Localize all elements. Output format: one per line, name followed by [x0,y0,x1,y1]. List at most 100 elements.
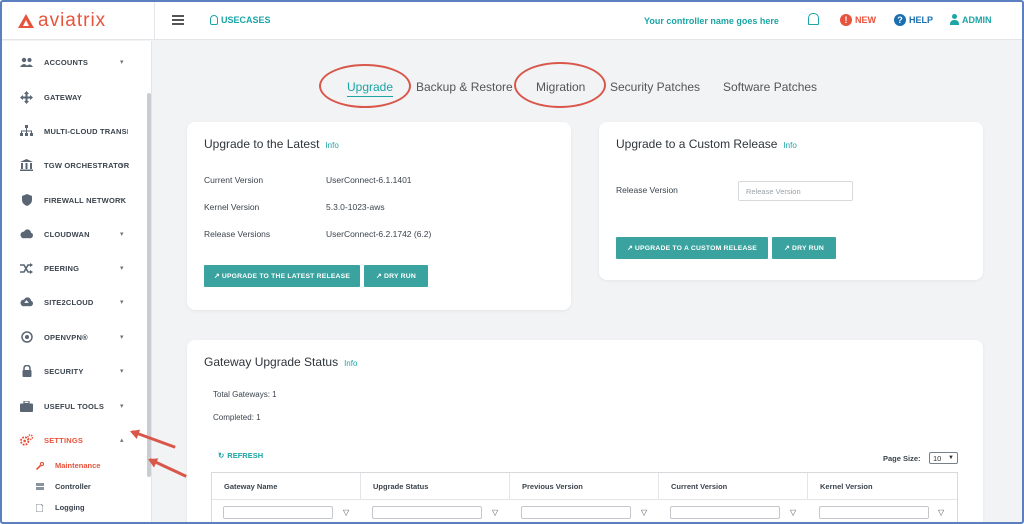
tab-backup-restore[interactable]: Backup & Restore [416,80,513,94]
sidebar-item-useful-tools[interactable]: USEFUL TOOLS ▾ [2,396,148,416]
aviatrix-logo[interactable]: aviatrix [18,10,106,32]
file-icon [35,503,44,513]
sidebar-item-accounts[interactable]: ACCOUNTS ▾ [2,52,148,72]
refresh-button[interactable]: ↻ REFRESH [218,451,263,460]
refresh-label: REFRESH [227,451,264,460]
sidebar-item-label: GATEWAY [44,92,83,102]
filter-input-kernel-version[interactable] [819,506,929,519]
sidebar-item-openvpn[interactable]: OPENVPN® ▾ [2,327,148,347]
sidebar-item-settings[interactable]: SETTINGS ▴ [2,430,148,450]
filter-input-previous-version[interactable] [521,506,631,519]
page-size-label: Page Size: [883,454,921,463]
release-version-input[interactable]: Release Version [738,181,853,201]
sidebar-item-peering[interactable]: PEERING ▾ [2,258,148,278]
chevron-down-icon: ▾ [120,334,124,341]
bell-icon[interactable] [808,13,819,25]
column-header-current-version[interactable]: Current Version [659,473,808,499]
help-label: HELP [909,15,934,25]
filter-icon[interactable]: ▽ [938,508,944,517]
info-link[interactable]: Info [325,141,338,150]
sidebar-item-label: SITE2CLOUD [44,297,94,307]
filter-icon[interactable]: ▽ [790,508,796,517]
sidebar-item-label: CLOUDWAN [44,229,90,239]
sidebar-item-tgw-orchestrator[interactable]: TGW ORCHESTRATOR ▾ [2,155,148,175]
info-link[interactable]: Info [783,141,796,150]
filter-icon[interactable]: ▽ [343,508,349,517]
chevron-down-icon: ▼ [948,455,954,461]
sidebar-subitem-label: Controller [55,482,91,491]
wrench-icon [35,461,45,471]
server-icon [36,483,44,491]
filter-input-gateway-name[interactable] [223,506,333,519]
tab-upgrade[interactable]: Upgrade [347,80,394,97]
filter-input-upgrade-status[interactable] [372,506,482,519]
dry-run-button[interactable]: ↗ DRY RUN [364,265,428,287]
chevron-down-icon: ▾ [120,197,124,204]
release-versions-value: UserConnect-6.2.1742 (6.2) [326,229,432,239]
chevron-up-icon: ▴ [120,437,124,444]
new-button[interactable]: ! NEW [840,14,876,26]
usecases-link[interactable]: USECASES [210,15,271,25]
total-gateways: Total Gateways: 1 [213,390,277,399]
target-icon [20,331,33,343]
column-header-gateway-name[interactable]: Gateway Name [212,473,361,499]
chevron-down-icon: ▾ [120,403,124,410]
lock-icon [20,365,33,377]
sidebar-item-site2cloud[interactable]: SITE2CLOUD ▾ [2,292,148,312]
dry-run-button[interactable]: ↗ DRY RUN [772,237,836,259]
column-header-kernel-version[interactable]: Kernel Version [808,473,957,499]
sidebar-subitem-label: Logging [55,503,85,512]
toolbox-icon [20,400,33,412]
help-button[interactable]: ? HELP [894,14,933,26]
question-icon: ? [894,14,906,26]
sidebar-item-cloudwan[interactable]: CLOUDWAN ▾ [2,224,148,244]
upgrade-latest-title: Upgrade to the Latest Info [204,137,339,151]
menu-toggle-icon[interactable] [172,15,184,25]
filter-icon[interactable]: ▽ [492,508,498,517]
kernel-version-value: 5.3.0-1023-aws [326,202,385,212]
upgrade-custom-title: Upgrade to a Custom Release Info [616,137,797,151]
upgrade-latest-button[interactable]: ↗ UPGRADE TO THE LATEST RELEASE [204,265,360,287]
sidebar-item-label: USEFUL TOOLS [44,401,105,411]
filter-row: ▽ ▽ ▽ ▽ ▽ [212,499,957,523]
usecases-label: USECASES [221,15,271,25]
tab-security-patches[interactable]: Security Patches [610,80,700,94]
chevron-down-icon: ▾ [120,231,124,238]
sidebar-item-label: OPENVPN® [44,332,88,342]
admin-label: ADMIN [962,14,992,25]
current-version-value: UserConnect-6.1.1401 [326,175,412,185]
page-size-select[interactable]: 10 ▼ [929,452,958,464]
user-icon [950,14,959,25]
sidebar: ACCOUNTS ▾ GATEWAY MULTI-CLOUD TRANSIT T… [2,41,152,522]
info-link[interactable]: Info [344,359,357,368]
sidebar-scrollbar[interactable] [147,93,151,477]
refresh-icon: ↻ [218,451,225,460]
completed-count: Completed: 1 [213,413,261,422]
sidebar-item-security[interactable]: SECURITY ▾ [2,361,148,381]
card-title-text: Upgrade to a Custom Release [616,137,778,151]
filter-icon[interactable]: ▽ [641,508,647,517]
gateway-status-title: Gateway Upgrade Status Info [204,355,357,369]
chevron-down-icon: ▾ [120,368,124,375]
page-size-value: 10 [933,453,942,463]
logo-text: aviatrix [38,10,107,31]
sidebar-subitem-logging[interactable]: Logging [2,500,148,516]
column-header-previous-version[interactable]: Previous Version [510,473,659,499]
sidebar-item-gateway[interactable]: GATEWAY [2,87,148,107]
gateway-status-table: Gateway Name Upgrade Status Previous Ver… [211,472,958,522]
chevron-down-icon: ▾ [120,299,124,306]
arrows-move-icon [20,90,33,104]
column-header-upgrade-status[interactable]: Upgrade Status [361,473,510,499]
admin-menu[interactable]: ADMIN [950,14,992,25]
sidebar-item-multi-cloud-transit[interactable]: MULTI-CLOUD TRANSIT [2,121,148,141]
cloud-icon [20,228,33,240]
upgrade-latest-card: Upgrade to the Latest Info Current Versio… [187,122,571,310]
filter-input-current-version[interactable] [670,506,780,519]
upgrade-custom-button[interactable]: ↗ UPGRADE TO A CUSTOM RELEASE [616,237,768,259]
tab-migration[interactable]: Migration [536,80,585,94]
topbar-divider [154,2,155,40]
sidebar-item-firewall-network[interactable]: FIREWALL NETWORK ▾ [2,190,148,210]
sidebar-subitem-maintenance[interactable]: Maintenance [2,458,148,474]
sidebar-subitem-controller[interactable]: Controller [2,479,148,495]
tab-software-patches[interactable]: Software Patches [723,80,817,94]
